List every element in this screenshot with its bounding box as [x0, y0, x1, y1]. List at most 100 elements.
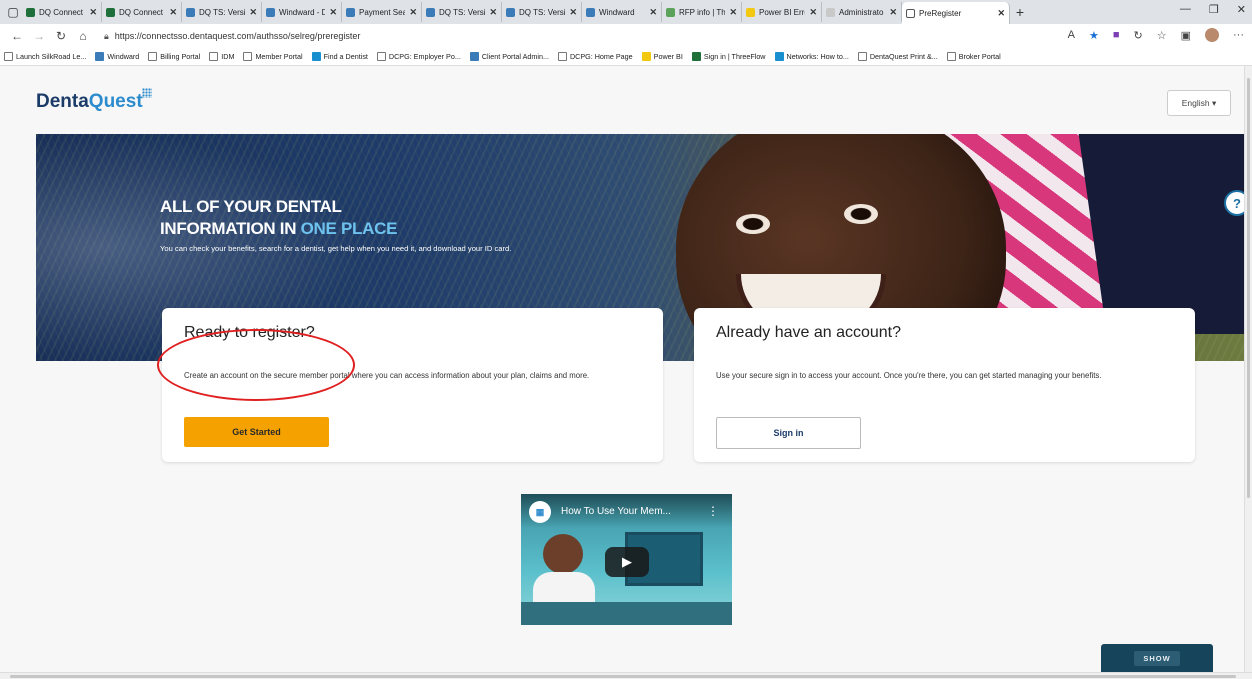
bookmark-item[interactable]: Networks: How to...	[774, 52, 849, 61]
tab-close-icon[interactable]: ✕	[889, 7, 897, 18]
browser-tab[interactable]: Windward - D ✕	[262, 2, 342, 22]
dentaquest-logo[interactable]: DentaQuest	[36, 88, 152, 113]
tab-favicon-icon	[906, 8, 915, 18]
bookmark-icon	[209, 52, 219, 61]
tab-close-icon[interactable]: ✕	[997, 8, 1005, 19]
tab-close-icon[interactable]: ✕	[729, 7, 737, 18]
read-aloud-icon[interactable]: A	[1068, 29, 1075, 41]
get-started-button[interactable]: Get Started	[184, 417, 329, 447]
tab-close-icon[interactable]: ✕	[249, 7, 257, 18]
bookmark-item[interactable]: Find a Dentist	[311, 52, 368, 61]
bookmark-item[interactable]: Windward	[95, 52, 139, 61]
browser-tab[interactable]: Windward ✕	[582, 2, 662, 22]
refresh-icon[interactable]: ↻	[50, 29, 72, 43]
video-player[interactable]: How To Use Your Mem... ▦ ⋮ ▶	[521, 494, 732, 625]
bookmark-label: Member Portal	[255, 52, 303, 61]
bookmark-icon	[243, 52, 253, 61]
vertical-scrollbar[interactable]	[1244, 66, 1252, 672]
browser-tab[interactable]: DQ TS: Versio ✕	[182, 2, 262, 22]
tab-favicon-icon	[266, 7, 275, 17]
tab-label: DQ TS: Versio	[199, 7, 246, 17]
bookmark-label: Sign in | ThreeFlow	[703, 52, 766, 61]
bookmark-item[interactable]: Member Portal	[243, 52, 303, 61]
language-select[interactable]: English ▾	[1167, 90, 1231, 116]
favorite-star-icon[interactable]: ★	[1089, 29, 1099, 42]
bookmark-label: Find a Dentist	[323, 52, 368, 61]
tab-label: Payment Sear	[359, 7, 406, 17]
bookmark-item[interactable]: Sign in | ThreeFlow	[691, 52, 766, 61]
browser-tab[interactable]: Payment Sear ✕	[342, 2, 422, 22]
bookmark-icon	[4, 52, 13, 61]
browser-tab[interactable]: Power BI Erro ✕	[742, 2, 822, 22]
tab-label: DQ Connect	[39, 7, 84, 17]
tab-favicon-icon	[426, 7, 435, 17]
tab-label: Windward - D	[279, 7, 326, 17]
bookmark-icon	[691, 52, 701, 61]
tab-actions-icon[interactable]: ▢	[4, 3, 22, 21]
tab-label: RFP info | Th	[679, 7, 726, 17]
channel-logo-icon[interactable]: ▦	[529, 501, 551, 523]
bookmark-item[interactable]: DCPG: Employer Po...	[376, 52, 461, 61]
sign-in-button[interactable]: Sign in	[716, 417, 861, 449]
more-icon[interactable]: ···	[1233, 29, 1244, 41]
bookmark-icon	[774, 52, 784, 61]
tab-close-icon[interactable]: ✕	[809, 7, 817, 18]
tab-label: Windward	[599, 7, 635, 17]
home-icon[interactable]: ⌂	[72, 29, 94, 43]
bookmark-item[interactable]: Billing Portal	[148, 52, 200, 61]
restore-icon[interactable]: ❐	[1209, 3, 1219, 16]
favorites-icon[interactable]: ☆	[1157, 29, 1167, 42]
show-panel-tab: SHOW	[1101, 644, 1213, 672]
bookmark-item[interactable]: Launch SilkRoad Le...	[4, 52, 86, 61]
browser-tab[interactable]: DQ Connect ✕	[102, 2, 182, 22]
bookmark-icon	[311, 52, 321, 61]
new-tab-icon[interactable]: +	[1010, 4, 1030, 20]
bookmark-item[interactable]: DCPG: Home Page	[557, 52, 633, 61]
browser-tab[interactable]: DQ TS: Versio ✕	[422, 2, 502, 22]
tabs: DQ Connect ✕ DQ Connect ✕ DQ TS: Versio ✕ Wind…	[22, 0, 1010, 24]
video-menu-icon[interactable]: ⋮	[707, 504, 719, 518]
bookmark-item[interactable]: DentaQuest Print &...	[857, 52, 938, 61]
bookmark-label: Client Portal Admin...	[481, 52, 549, 61]
tab-label: DQ TS: Versio	[519, 7, 566, 17]
show-button[interactable]: SHOW	[1134, 650, 1180, 666]
play-icon[interactable]: ▶	[605, 547, 649, 577]
tab-close-icon[interactable]: ✕	[409, 7, 417, 18]
bookmark-label: Windward	[107, 52, 140, 61]
bookmark-item[interactable]: Power BI	[641, 52, 683, 61]
profile-avatar[interactable]	[1205, 28, 1219, 42]
tab-strip: ▢ DQ Connect ✕ DQ Connect ✕ DQ TS: Versio ✕ Wi…	[0, 0, 1252, 24]
forward-icon[interactable]: →	[28, 29, 50, 43]
tab-close-icon[interactable]: ✕	[169, 7, 177, 18]
back-icon[interactable]: ←	[6, 29, 28, 43]
logo-text-denta: Denta	[36, 91, 89, 112]
bookmark-label: Power BI	[653, 52, 683, 61]
browser-tab[interactable]: PreRegister ✕	[902, 2, 1010, 24]
bookmark-item[interactable]: Client Portal Admin...	[469, 52, 549, 61]
tab-close-icon[interactable]: ✕	[329, 7, 337, 18]
extension-icon[interactable]: ■	[1113, 29, 1120, 41]
browser-tab[interactable]: Administrato ✕	[822, 2, 902, 22]
bookmark-item[interactable]: Broker Portal	[946, 52, 1001, 61]
tab-close-icon[interactable]: ✕	[89, 7, 97, 18]
address-bar: ← → ↻ ⌂ 🔒︎ https://connectsso.dentaquest…	[0, 24, 1252, 48]
tab-favicon-icon	[506, 7, 515, 17]
tab-label: Administrato	[839, 7, 884, 17]
close-window-icon[interactable]: ✕	[1237, 3, 1246, 16]
extension-refresh-icon[interactable]: ↻	[1134, 29, 1143, 42]
url-field[interactable]: 🔒︎ https://connectsso.dentaquest.com/aut…	[104, 31, 1004, 42]
tab-close-icon[interactable]: ✕	[649, 7, 657, 18]
browser-tab[interactable]: DQ TS: Versio ✕	[502, 2, 582, 22]
horizontal-scrollbar[interactable]	[0, 672, 1252, 679]
url-text: https://connectsso.dentaquest.com/authss…	[114, 31, 361, 41]
browser-tab[interactable]: DQ Connect ✕	[22, 2, 102, 22]
minimize-icon[interactable]: —	[1180, 3, 1191, 16]
browser-tab[interactable]: RFP info | Th ✕	[662, 2, 742, 22]
collections-icon[interactable]: ▣	[1181, 29, 1191, 42]
tab-label: Power BI Erro	[759, 7, 806, 17]
tab-close-icon[interactable]: ✕	[569, 7, 577, 18]
window-controls: — ❐ ✕	[1180, 3, 1246, 16]
tab-close-icon[interactable]: ✕	[489, 7, 497, 18]
bookmark-item[interactable]: IDM	[209, 52, 234, 61]
video-title[interactable]: How To Use Your Mem...	[521, 494, 732, 528]
